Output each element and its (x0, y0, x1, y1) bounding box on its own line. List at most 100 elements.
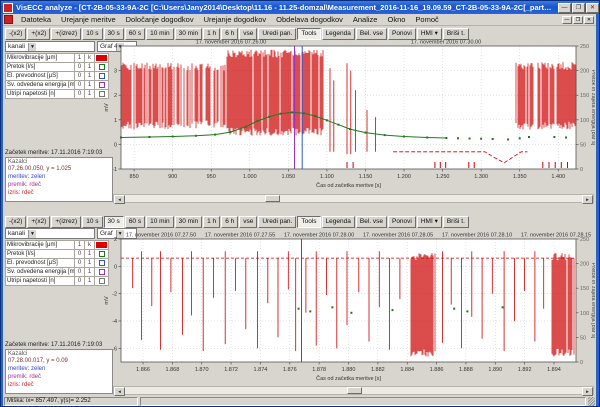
menu-bar: DatotekaUrejanje meritveDoločanje dogodk… (3, 14, 596, 26)
toolbar-button-x2[interactable]: +(x2) (27, 216, 50, 228)
panel2-scrollbar[interactable]: ◄ ► (113, 386, 594, 395)
chart-text: 17. november 2016 07.30.00 (411, 40, 481, 46)
scroll-left-icon[interactable]: ◄ (114, 387, 125, 396)
close-icon[interactable]: ✕ (586, 3, 599, 13)
chart-text: 2 (114, 93, 117, 99)
toolbar-button-ponovi[interactable]: Ponovi (388, 216, 416, 228)
scroll-right-icon[interactable]: ► (582, 387, 593, 396)
scroll-right-icon[interactable]: ► (582, 195, 593, 204)
channel-row-sv-odvedena-energija-mv[interactable]: Sv. odvedena energija [mV]01 (6, 81, 109, 90)
channel-row-utripi-napetosti-n[interactable]: Utripi napetosti [n]01 (6, 90, 109, 99)
chart-text: 1.886 (430, 367, 444, 373)
toolbar-button-30-s[interactable]: 30 s (104, 216, 124, 228)
toolbar-button-x2[interactable]: -(x2) (5, 216, 26, 228)
channel-row-sv-odvedena-energija-mv[interactable]: Sv. odvedena energija [mV]01 (6, 268, 109, 277)
panel1-scroll-thumb[interactable] (265, 195, 280, 202)
menu-item-datoteka[interactable]: Datoteka (16, 15, 56, 24)
channel-row-mikrovibracije-m[interactable]: Mikrovibracije [μm]1k (6, 54, 109, 63)
toolbar-button-izrez[interactable]: +(izrez) (51, 216, 81, 228)
panel2-scroll-thumb[interactable] (347, 387, 362, 394)
chart-text: 1.874 (254, 367, 268, 373)
toolbar-button-izrez[interactable]: +(izrez) (51, 28, 81, 40)
chart-text: 250 (580, 237, 589, 243)
chart-text: 1.888 (459, 367, 473, 373)
chart-text: 1.882 (371, 367, 385, 373)
chart-text: 150 (580, 93, 589, 99)
menu-item-dolo-anje-dogodkov[interactable]: Določanje dogodkov (121, 15, 199, 24)
chart-text: 17. november 2016 07.26.00 (196, 40, 266, 46)
chart-text: 2 (114, 237, 117, 243)
channel-row-el-prevodnost-s[interactable]: El. prevodnost [μS]01 (6, 259, 109, 268)
mdi-minimize-icon[interactable]: — (562, 16, 572, 24)
y-axis-right-label: Pretok in zajeta energija [bar s] (590, 263, 595, 339)
client-area: DatotekaUrejanje meritveDoločanje dogodk… (3, 14, 596, 406)
resize-grip-icon[interactable] (588, 397, 595, 406)
toolbar-button-1-h[interactable]: 1 h (203, 216, 220, 228)
menu-item-obdelava-dogodkov[interactable]: Obdelava dogodkov (271, 15, 348, 24)
toolbar-button-10-min[interactable]: 10 min (146, 216, 174, 228)
chart-text: 1.000 (243, 174, 257, 180)
chart-text: 200 (580, 69, 589, 75)
menu-item-urejanje-dogodkov[interactable]: Urejanje dogodkov (199, 15, 272, 24)
panel2-start-time: Začetek meritve: 17.11.2016 7:19:03 (5, 342, 111, 348)
toolbar-button-tools[interactable]: Tools (297, 216, 320, 228)
toolbar-button-legenda[interactable]: Legenda (322, 216, 355, 228)
menu-item-urejanje-meritve[interactable]: Urejanje meritve (56, 15, 121, 24)
panel1-scroll-track[interactable] (125, 195, 582, 202)
chart-text: Čas od začetka meritve [s] (316, 182, 381, 189)
menu-item-okno[interactable]: Okno (382, 15, 410, 24)
menu-item-analize[interactable]: Analize (348, 15, 383, 24)
toolbar-button-hmi[interactable]: HMI ▾ (417, 216, 442, 228)
channel-selector[interactable]: kanali▼ (5, 228, 95, 239)
chart-text: 17. november 2016 07.27.50 (126, 233, 196, 239)
toolbar-button-6-h[interactable]: 6 h (221, 216, 238, 228)
panel2-cursor-box: Kazalci 07.28.00.017, y = 0.09 meritev: … (5, 349, 113, 394)
mdi-close-icon[interactable]: ✕ (584, 16, 594, 24)
toolbar-button-x2[interactable]: -(x2) (5, 28, 26, 40)
channel-row-pretok-l-s[interactable]: Pretok [l/s]01 (6, 63, 109, 72)
title-bar[interactable]: VisECC analyze - [CT-2B-05-33-9A-2C [C:\… (1, 1, 600, 14)
toolbar-button-x2[interactable]: +(x2) (27, 28, 50, 40)
maximize-icon[interactable]: ❐ (572, 3, 585, 13)
toolbar-button-30-min[interactable]: 30 min (175, 216, 203, 228)
toolbar-button-10-s[interactable]: 10 s (82, 216, 102, 228)
channel-row-el-prevodnost-s[interactable]: El. prevodnost [μS]01 (6, 72, 109, 81)
cursor-legend-line: premik: rdeč (8, 182, 110, 189)
status-bar: Miška: ix= 857.497, y(s)= 2.252 (3, 397, 596, 406)
bottom-chart[interactable]: 17. november 2016 07.27.5017. november 2… (101, 231, 595, 387)
toolbar-button-vse[interactable]: vse (239, 216, 257, 228)
scroll-left-icon[interactable]: ◄ (114, 195, 125, 204)
chart-text: 1.884 (400, 367, 414, 373)
minimize-icon[interactable]: — (558, 3, 571, 13)
channel-row-utripi-napetosti-n[interactable]: Utripi napetosti [n]01 (6, 277, 109, 286)
toolbar-button-60-s[interactable]: 60 s (125, 216, 145, 228)
chevron-down-icon: ▼ (28, 43, 36, 51)
toolbar-button-bri-i-t[interactable]: Briši t. (443, 216, 469, 228)
chart-text: 50 (580, 335, 586, 341)
y-axis-left-label: mV (104, 103, 110, 112)
menu-item-pomo[interactable]: Pomoč (410, 15, 443, 24)
document-icon (4, 15, 13, 24)
cursor-legend-line: izris: rdeč (8, 382, 110, 389)
panel1-scrollbar[interactable]: ◄ ► (113, 194, 594, 203)
app-icon (3, 3, 13, 13)
channel-selector[interactable]: kanali▼ (5, 41, 95, 52)
top-chart[interactable]: 17. november 2016 07.26.00 17. november 2… (101, 38, 595, 194)
chart-text: 0 (114, 142, 117, 148)
cursor-legend-line: meritev: zelen (8, 366, 110, 373)
toolbar-button-10-s[interactable]: 10 s (82, 28, 102, 40)
chart-text: 900 (168, 174, 177, 180)
cursor-box-value: 07.26.00.050, y = 1.025 (8, 166, 110, 173)
toolbar-button-bel-vse[interactable]: Bel. vse (356, 216, 387, 228)
chart-text: 100 (580, 118, 589, 124)
channel-row-pretok-l-s[interactable]: Pretok [l/s]01 (6, 250, 109, 259)
chart-text: 3 (114, 69, 117, 75)
panel1-cursor-legend: meritev: zelenpremik: rdečizris: rdeč (8, 174, 110, 197)
panel2-scroll-track[interactable] (125, 387, 582, 394)
channel-row-mikrovibracije-m[interactable]: Mikrovibracije [μm]1k (6, 241, 109, 250)
y-axis-left-label: mV (104, 296, 110, 305)
toolbar-button-uredi-pan[interactable]: Uredi pan. (258, 216, 296, 228)
chart-text: 1.200 (397, 174, 411, 180)
mdi-restore-icon[interactable]: ❐ (573, 16, 583, 24)
chart-text: 1.892 (518, 367, 532, 373)
